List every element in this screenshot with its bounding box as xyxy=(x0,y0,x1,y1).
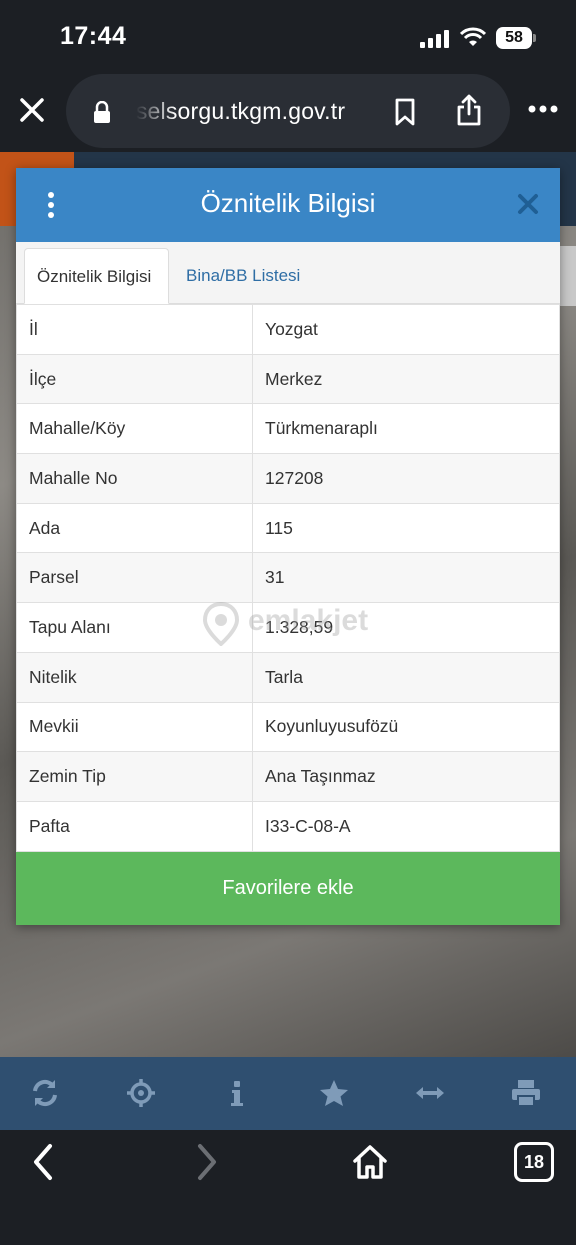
attribute-key: Parsel xyxy=(16,552,253,604)
status-time: 17:44 xyxy=(60,22,127,50)
attribute-key: Nitelik xyxy=(16,651,253,703)
table-row: Nitelik Tarla xyxy=(16,651,560,703)
dialog-tabs: Öznitelik Bilgisi Bina/BB Listesi xyxy=(16,242,560,304)
table-row: Zemin Tip Ana Taşınmaz xyxy=(16,751,560,802)
attribute-key: Pafta xyxy=(16,800,253,852)
close-icon[interactable] xyxy=(16,94,48,126)
watermark-logo: emlakjet xyxy=(202,602,382,646)
tab-attribute-info[interactable]: Öznitelik Bilgisi xyxy=(24,248,169,304)
table-row: İlçe Merkez xyxy=(16,353,560,405)
home-icon[interactable] xyxy=(350,1142,390,1182)
info-icon[interactable] xyxy=(221,1077,253,1109)
attribute-key: Mevkii xyxy=(16,701,253,753)
attribute-key: Ada xyxy=(16,502,253,554)
locate-icon[interactable] xyxy=(125,1077,157,1109)
more-options-icon[interactable] xyxy=(528,104,558,114)
attribute-value: 31 xyxy=(252,552,560,604)
table-row: Parsel 31 xyxy=(16,552,560,604)
scrollbar[interactable] xyxy=(560,246,576,306)
dialog-close-icon[interactable] xyxy=(516,192,540,216)
add-to-favorites-button[interactable]: Favorilere ekle xyxy=(16,852,560,925)
status-bar: 17:44 58 xyxy=(0,0,576,72)
table-row: Mahalle/Köy Türkmenaraplı xyxy=(16,403,560,455)
watermark-text: emlakjet xyxy=(248,604,369,637)
attribute-key: Mahalle No xyxy=(16,453,253,504)
attribute-key: Mahalle/Köy xyxy=(16,403,253,455)
tab-count-button[interactable]: 18 xyxy=(514,1142,554,1182)
attribute-value: I33-C-08-A xyxy=(252,800,560,852)
share-icon[interactable] xyxy=(456,94,482,126)
attribute-info-dialog: Öznitelik Bilgisi Öznitelik Bilgisi Bina… xyxy=(16,168,560,925)
table-row: Mevkii Koyunluyusufözü xyxy=(16,701,560,753)
measure-icon[interactable] xyxy=(414,1077,446,1109)
attribute-value: Merkez xyxy=(252,353,560,405)
battery-level: 58 xyxy=(496,27,532,49)
attribute-key: Zemin Tip xyxy=(16,751,253,802)
forward-icon[interactable] xyxy=(186,1142,226,1182)
attribute-key: İl xyxy=(16,304,253,355)
star-icon[interactable] xyxy=(318,1077,350,1109)
refresh-icon[interactable] xyxy=(29,1077,61,1109)
attribute-value: Koyunluyusufözü xyxy=(252,701,560,753)
attribute-table: İl Yozgat İlçe Merkez Mahalle/Köy Türkmenar… xyxy=(16,304,560,852)
address-bar[interactable]: parselsorgu.tkgm.gov.tr xyxy=(66,74,510,148)
location-pin-icon xyxy=(202,602,240,646)
attribute-value: 127208 xyxy=(252,453,560,504)
lock-icon xyxy=(94,101,110,123)
wifi-icon xyxy=(460,27,486,46)
table-row: Pafta I33-C-08-A xyxy=(16,800,560,852)
table-row: Mahalle No 127208 xyxy=(16,453,560,504)
dialog-header: Öznitelik Bilgisi xyxy=(16,168,560,242)
bookmark-icon[interactable] xyxy=(394,98,416,126)
tab-building-list[interactable]: Bina/BB Listesi xyxy=(174,248,312,304)
attribute-value: 115 xyxy=(252,502,560,554)
table-row: İl Yozgat xyxy=(16,304,560,355)
dialog-title: Öznitelik Bilgisi xyxy=(200,188,376,218)
attribute-value: Ana Taşınmaz xyxy=(252,751,560,802)
browser-toolbar: parselsorgu.tkgm.gov.tr xyxy=(0,72,576,152)
attribute-value: Yozgat xyxy=(252,304,560,355)
battery-indicator: 58 xyxy=(496,27,536,49)
back-icon[interactable] xyxy=(24,1142,64,1182)
attribute-value: Türkmenaraplı xyxy=(252,403,560,455)
attribute-value: Tarla xyxy=(252,651,560,703)
table-row: Ada 115 xyxy=(16,502,560,554)
attribute-key: İlçe xyxy=(16,353,253,405)
signal-icon xyxy=(420,30,449,48)
map-toolbar xyxy=(0,1057,576,1130)
print-icon[interactable] xyxy=(510,1077,542,1109)
browser-bottom-bar: 18 xyxy=(0,1130,576,1245)
